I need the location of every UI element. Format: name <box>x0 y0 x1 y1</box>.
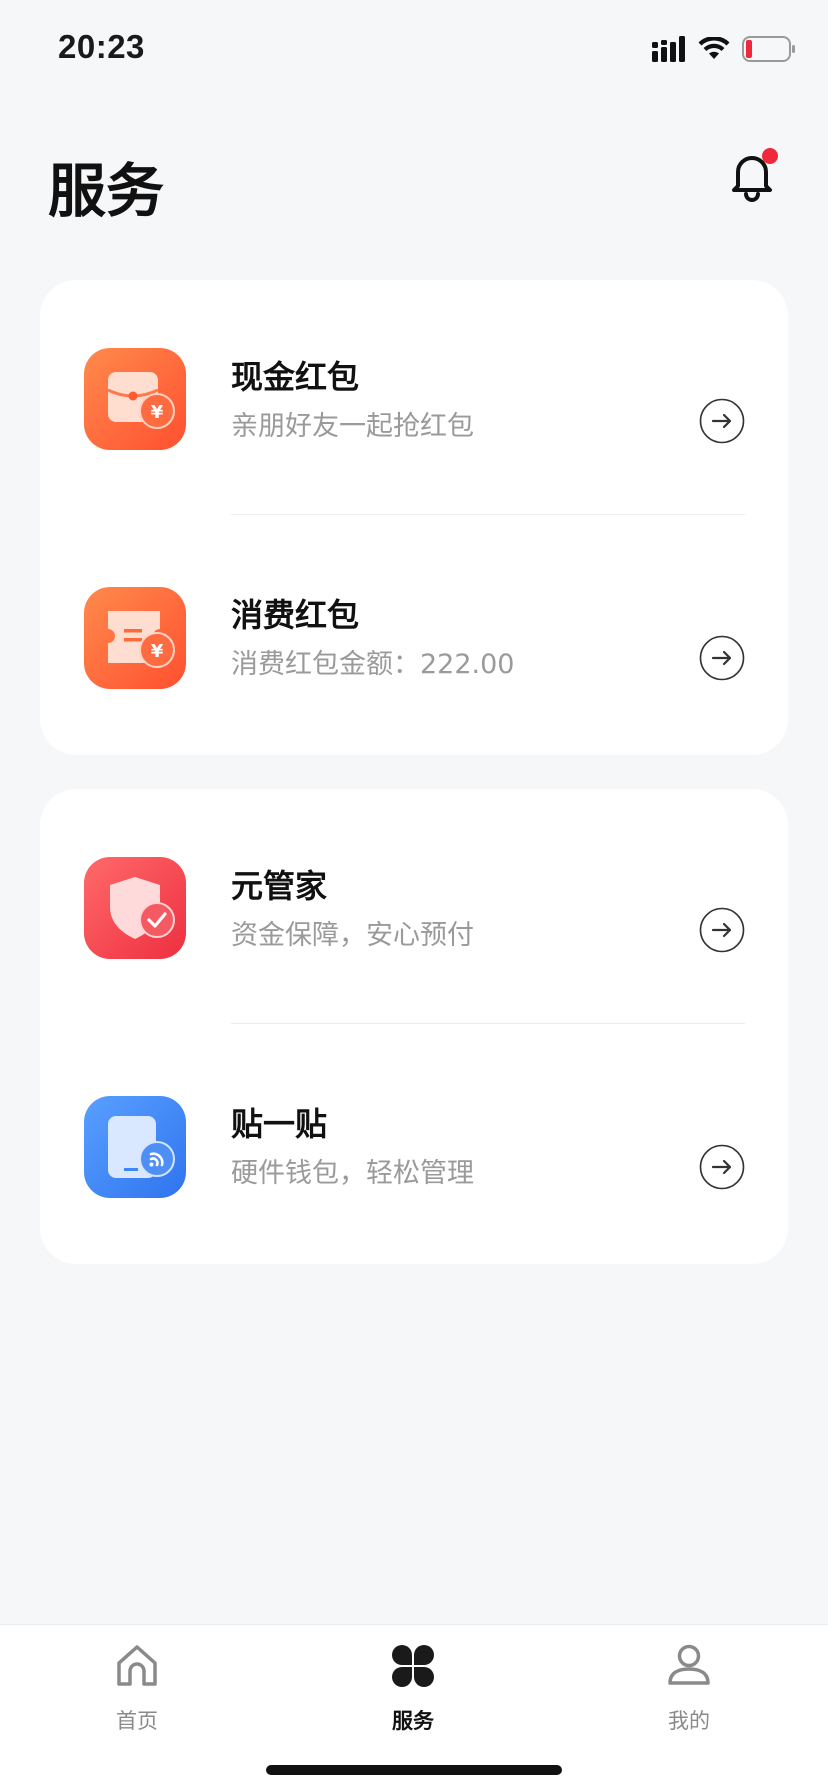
tab-mine[interactable]: 我的 <box>629 1643 749 1753</box>
page-title: 服务 <box>48 157 165 225</box>
tab-services[interactable]: 服务 <box>353 1643 473 1753</box>
item-subtitle: 亲朋好友一起抢红包 <box>231 411 474 442</box>
item-subtitle: 消费红包金额：222.00 <box>231 649 515 680</box>
service-item-tie-yi-tie[interactable]: 贴一贴 硬件钱包，轻松管理 <box>40 1027 788 1264</box>
arrow-right-icon[interactable] <box>699 635 745 681</box>
item-title: 消费红包 <box>231 596 360 634</box>
tab-home[interactable]: 首页 <box>77 1643 197 1753</box>
home-indicator <box>266 1765 562 1775</box>
service-item-yuan-guanjia[interactable]: 元管家 资金保障，安心预付 <box>40 789 788 1026</box>
service-card-wallet: 元管家 资金保障，安心预付 贴一贴 硬件钱包，轻松管理 <box>40 789 788 1264</box>
service-card-hongbao: ¥ 现金红包 亲朋好友一起抢红包 ¥ 消费红包 消费红包金额：222.00 <box>40 280 788 755</box>
notification-badge <box>762 148 778 164</box>
shield-check-icon <box>84 857 186 959</box>
service-item-cash-hongbao[interactable]: ¥ 现金红包 亲朋好友一起抢红包 <box>40 280 788 517</box>
item-title: 元管家 <box>231 867 328 905</box>
home-icon <box>117 1645 157 1686</box>
item-title: 现金红包 <box>231 358 360 396</box>
item-subtitle: 资金保障，安心预付 <box>231 920 474 951</box>
item-subtitle: 硬件钱包，轻松管理 <box>231 1158 474 1189</box>
arrow-right-icon[interactable] <box>699 907 745 953</box>
tab-label: 我的 <box>668 1709 710 1733</box>
user-icon <box>668 1644 710 1685</box>
status-time: 20:23 <box>58 28 145 65</box>
consume-voucher-icon: ¥ <box>84 587 186 689</box>
red-envelope-icon: ¥ <box>84 348 186 450</box>
wifi-icon <box>698 37 730 59</box>
nfc-card-icon <box>84 1096 186 1198</box>
svg-text:¥: ¥ <box>151 641 164 662</box>
tab-label: 服务 <box>392 1709 434 1733</box>
item-title: 贴一贴 <box>231 1105 328 1143</box>
divider <box>231 514 745 515</box>
grid-icon <box>392 1645 434 1687</box>
service-item-consume-hongbao[interactable]: ¥ 消费红包 消费红包金额：222.00 <box>40 518 788 755</box>
divider <box>231 1023 745 1024</box>
svg-text:¥: ¥ <box>151 402 164 423</box>
signal-icon <box>652 36 685 62</box>
status-icons <box>652 34 796 64</box>
status-bar: 20:23 <box>0 0 828 100</box>
arrow-right-icon[interactable] <box>699 1144 745 1190</box>
notification-button[interactable] <box>724 146 780 202</box>
tab-label: 首页 <box>116 1709 158 1733</box>
arrow-right-icon[interactable] <box>699 398 745 444</box>
battery-icon <box>742 36 795 62</box>
